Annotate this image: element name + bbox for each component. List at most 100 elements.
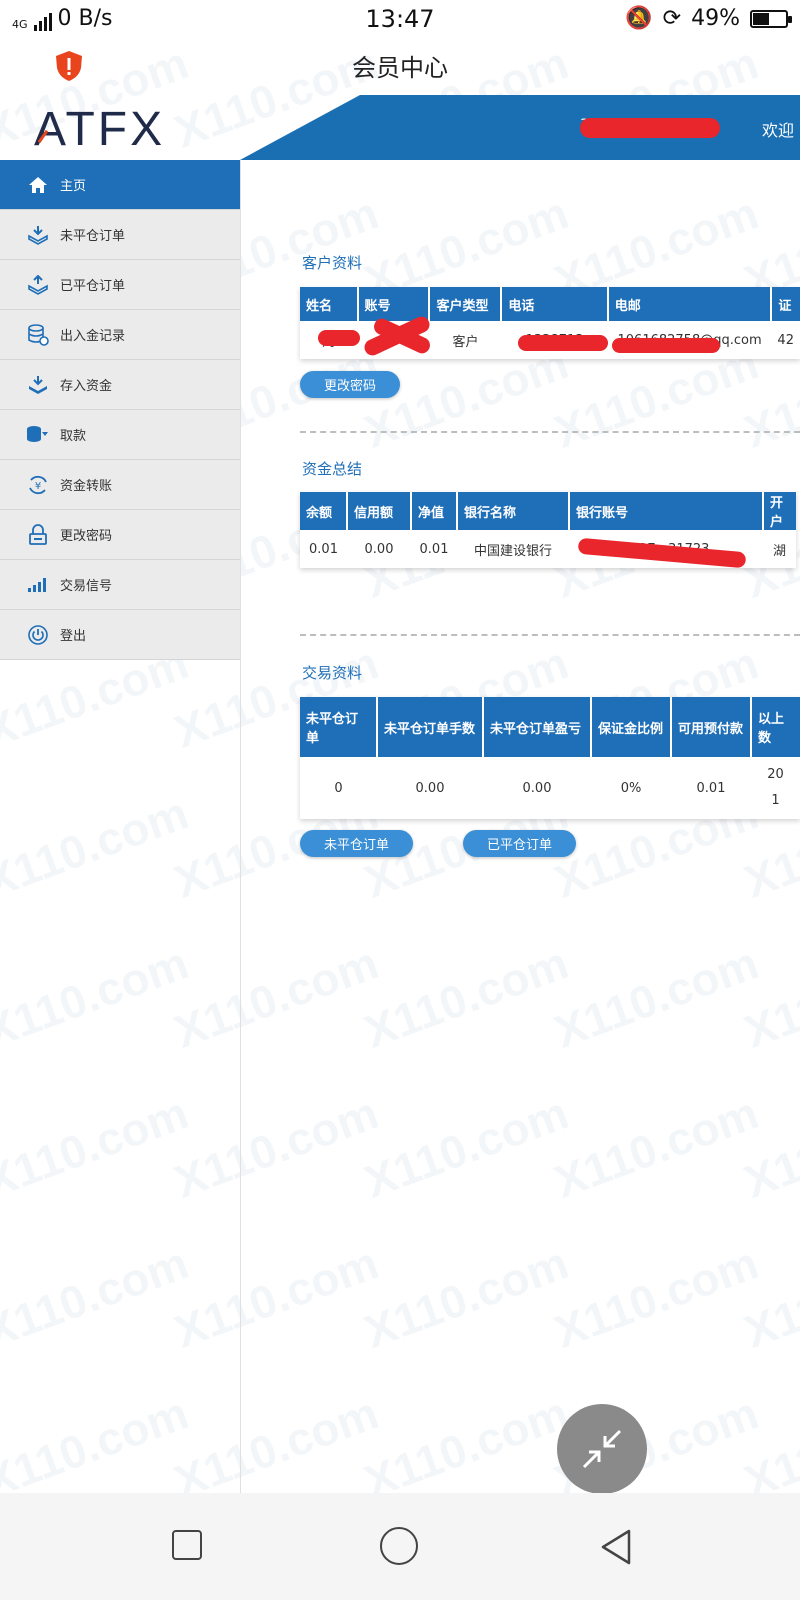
- cell-credit: 0.00: [347, 530, 411, 568]
- redaction-mark: [612, 338, 720, 353]
- upload-tray-icon: [26, 274, 50, 296]
- column-header: 保证金比例: [591, 697, 672, 757]
- table-header-row: 余额 信用额 净值 银行名称 银行账号 开户: [300, 492, 796, 530]
- sidebar-menu: 主页 未平仓订单 已平仓订单 出入金记录 存入资金 取款 ¥ 资金转账 更改密码…: [0, 160, 240, 660]
- section-divider: [300, 634, 800, 636]
- column-header: 银行名称: [457, 492, 570, 530]
- coins-icon: [26, 424, 50, 446]
- mute-icon: 🔕: [625, 6, 653, 31]
- sidebar-item-home[interactable]: 主页: [0, 160, 240, 210]
- database-icon: [26, 323, 50, 346]
- watermark-text: X110.com: [737, 1386, 800, 1508]
- sidebar-item-label: 主页: [60, 179, 87, 194]
- column-header: 未平仓订单手数: [377, 697, 484, 757]
- change-password-button[interactable]: 更改密码: [300, 371, 400, 398]
- battery-percent: 49%: [691, 6, 740, 31]
- sidebar-item-label: 已平仓订单: [60, 279, 126, 294]
- trade-section-title: 交易资料: [302, 664, 363, 682]
- svg-text:¥: ¥: [35, 481, 41, 492]
- rotation-lock-icon: ⟳: [662, 6, 682, 31]
- column-header: 余额: [300, 492, 348, 530]
- power-icon: [26, 624, 50, 646]
- cell-margin-ratio: 0%: [591, 757, 671, 819]
- column-header: 未平仓订单盈亏: [483, 697, 592, 757]
- watermark-text: X110.com: [357, 1386, 575, 1508]
- redaction-mark: [318, 330, 360, 346]
- collapse-arrows-icon: [582, 1429, 622, 1469]
- battery-icon: [750, 9, 792, 28]
- column-header: 证: [771, 287, 800, 321]
- sidebar-item-closed-orders[interactable]: 已平仓订单: [0, 260, 240, 310]
- table-header-row: 姓名 账号 客户类型 电话 电邮 证: [300, 287, 800, 321]
- customer-section-title: 客户资料: [302, 254, 363, 272]
- sidebar-item-label: 交易信号: [60, 579, 113, 594]
- closed-orders-button[interactable]: 已平仓订单: [463, 830, 576, 857]
- cell-open-orders: 0: [300, 757, 377, 819]
- sidebar-item-transfer[interactable]: ¥ 资金转账: [0, 460, 240, 510]
- cell-id: 42: [771, 321, 800, 359]
- table-header-row: 未平仓订单 未平仓订单手数 未平仓订单盈亏 保证金比例 可用预付款 以上数: [300, 697, 800, 757]
- sidebar-item-signals[interactable]: 交易信号: [0, 560, 240, 610]
- collapse-window-button[interactable]: [557, 1404, 647, 1494]
- watermark-text: X110.com: [357, 1236, 575, 1358]
- battery-fill: [753, 12, 769, 25]
- system-nav-bar: [0, 1493, 800, 1600]
- watermark-text: X110.com: [547, 1086, 765, 1208]
- home-icon: [26, 174, 50, 196]
- watermark-text: X110.com: [0, 786, 195, 908]
- cell-bank-branch: 湖: [763, 530, 796, 568]
- watermark-text: X110.com: [357, 1086, 575, 1208]
- watermark-text: X110.com: [167, 1086, 385, 1208]
- watermark-text: X110.com: [357, 936, 575, 1058]
- watermark-text: X110.com: [737, 1236, 800, 1358]
- column-header: 未平仓订单: [300, 697, 378, 757]
- cell-equity: 0.01: [411, 530, 457, 568]
- sidebar-item-label: 登出: [60, 629, 87, 644]
- section-divider: [300, 431, 800, 433]
- cell-balance: 0.01: [300, 530, 347, 568]
- trade-table: 未平仓订单 未平仓订单手数 未平仓订单盈亏 保证金比例 可用预付款 以上数 0 …: [300, 697, 800, 819]
- sidebar-item-deposit[interactable]: 存入资金: [0, 360, 240, 410]
- table-row: 0 0.00 0.00 0% 0.01 20 1: [300, 757, 800, 819]
- sidebar-item-label: 出入金记录: [60, 329, 126, 344]
- cell-open-pnl: 0.00: [483, 757, 591, 819]
- cell-bank-name: 中国建设银行: [457, 530, 569, 568]
- atfx-logo: ATFX: [34, 103, 166, 156]
- column-header: 客户类型: [429, 287, 503, 321]
- watermark-text: X110.com: [737, 936, 800, 1058]
- yen-transfer-icon: ¥: [26, 474, 50, 496]
- sidebar-item-change-password[interactable]: 更改密码: [0, 510, 240, 560]
- recent-apps-button[interactable]: [172, 1530, 202, 1560]
- column-header: 开户: [763, 492, 796, 530]
- column-header: 信用额: [347, 492, 412, 530]
- watermark-text: X110.com: [167, 936, 385, 1058]
- open-orders-button[interactable]: 未平仓订单: [300, 830, 413, 857]
- watermark-text: X110.com: [0, 1086, 195, 1208]
- funds-section-title: 资金总结: [302, 460, 363, 478]
- redaction-mark: [580, 118, 720, 138]
- back-button[interactable]: [598, 1527, 634, 1567]
- home-button[interactable]: [380, 1527, 418, 1565]
- sidebar-item-label: 存入资金: [60, 379, 113, 394]
- cell-client-type: 客户: [429, 321, 502, 359]
- sidebar-item-label: 未平仓订单: [60, 229, 126, 244]
- watermark-text: X110.com: [0, 1236, 195, 1358]
- column-header: 电邮: [607, 287, 773, 321]
- sidebar-item-label: 资金转账: [60, 479, 113, 494]
- column-header: 净值: [411, 492, 458, 530]
- sidebar-item-withdraw[interactable]: 取款: [0, 410, 240, 460]
- status-bar: 4G 0 B/s 13:47 🔕 ⟳ 49%: [0, 0, 800, 40]
- sidebar-item-fund-records[interactable]: 出入金记录: [0, 310, 240, 360]
- watermark-text: X110.com: [547, 1236, 765, 1358]
- watermark-text: X110.com: [547, 936, 765, 1058]
- watermark-text: X110.com: [737, 1086, 800, 1208]
- sidebar-item-open-orders[interactable]: 未平仓订单: [0, 210, 240, 260]
- sidebar-item-label: 更改密码: [60, 529, 113, 544]
- cell-open-lots: 0.00: [377, 757, 483, 819]
- sidebar-item-logout[interactable]: 登出: [0, 610, 240, 660]
- deposit-icon: [26, 374, 50, 396]
- app-title: 会员中心: [352, 54, 448, 82]
- cell-free-margin: 0.01: [671, 757, 751, 819]
- watermark-text: X110.com: [0, 936, 195, 1058]
- column-header: 电话: [501, 287, 609, 321]
